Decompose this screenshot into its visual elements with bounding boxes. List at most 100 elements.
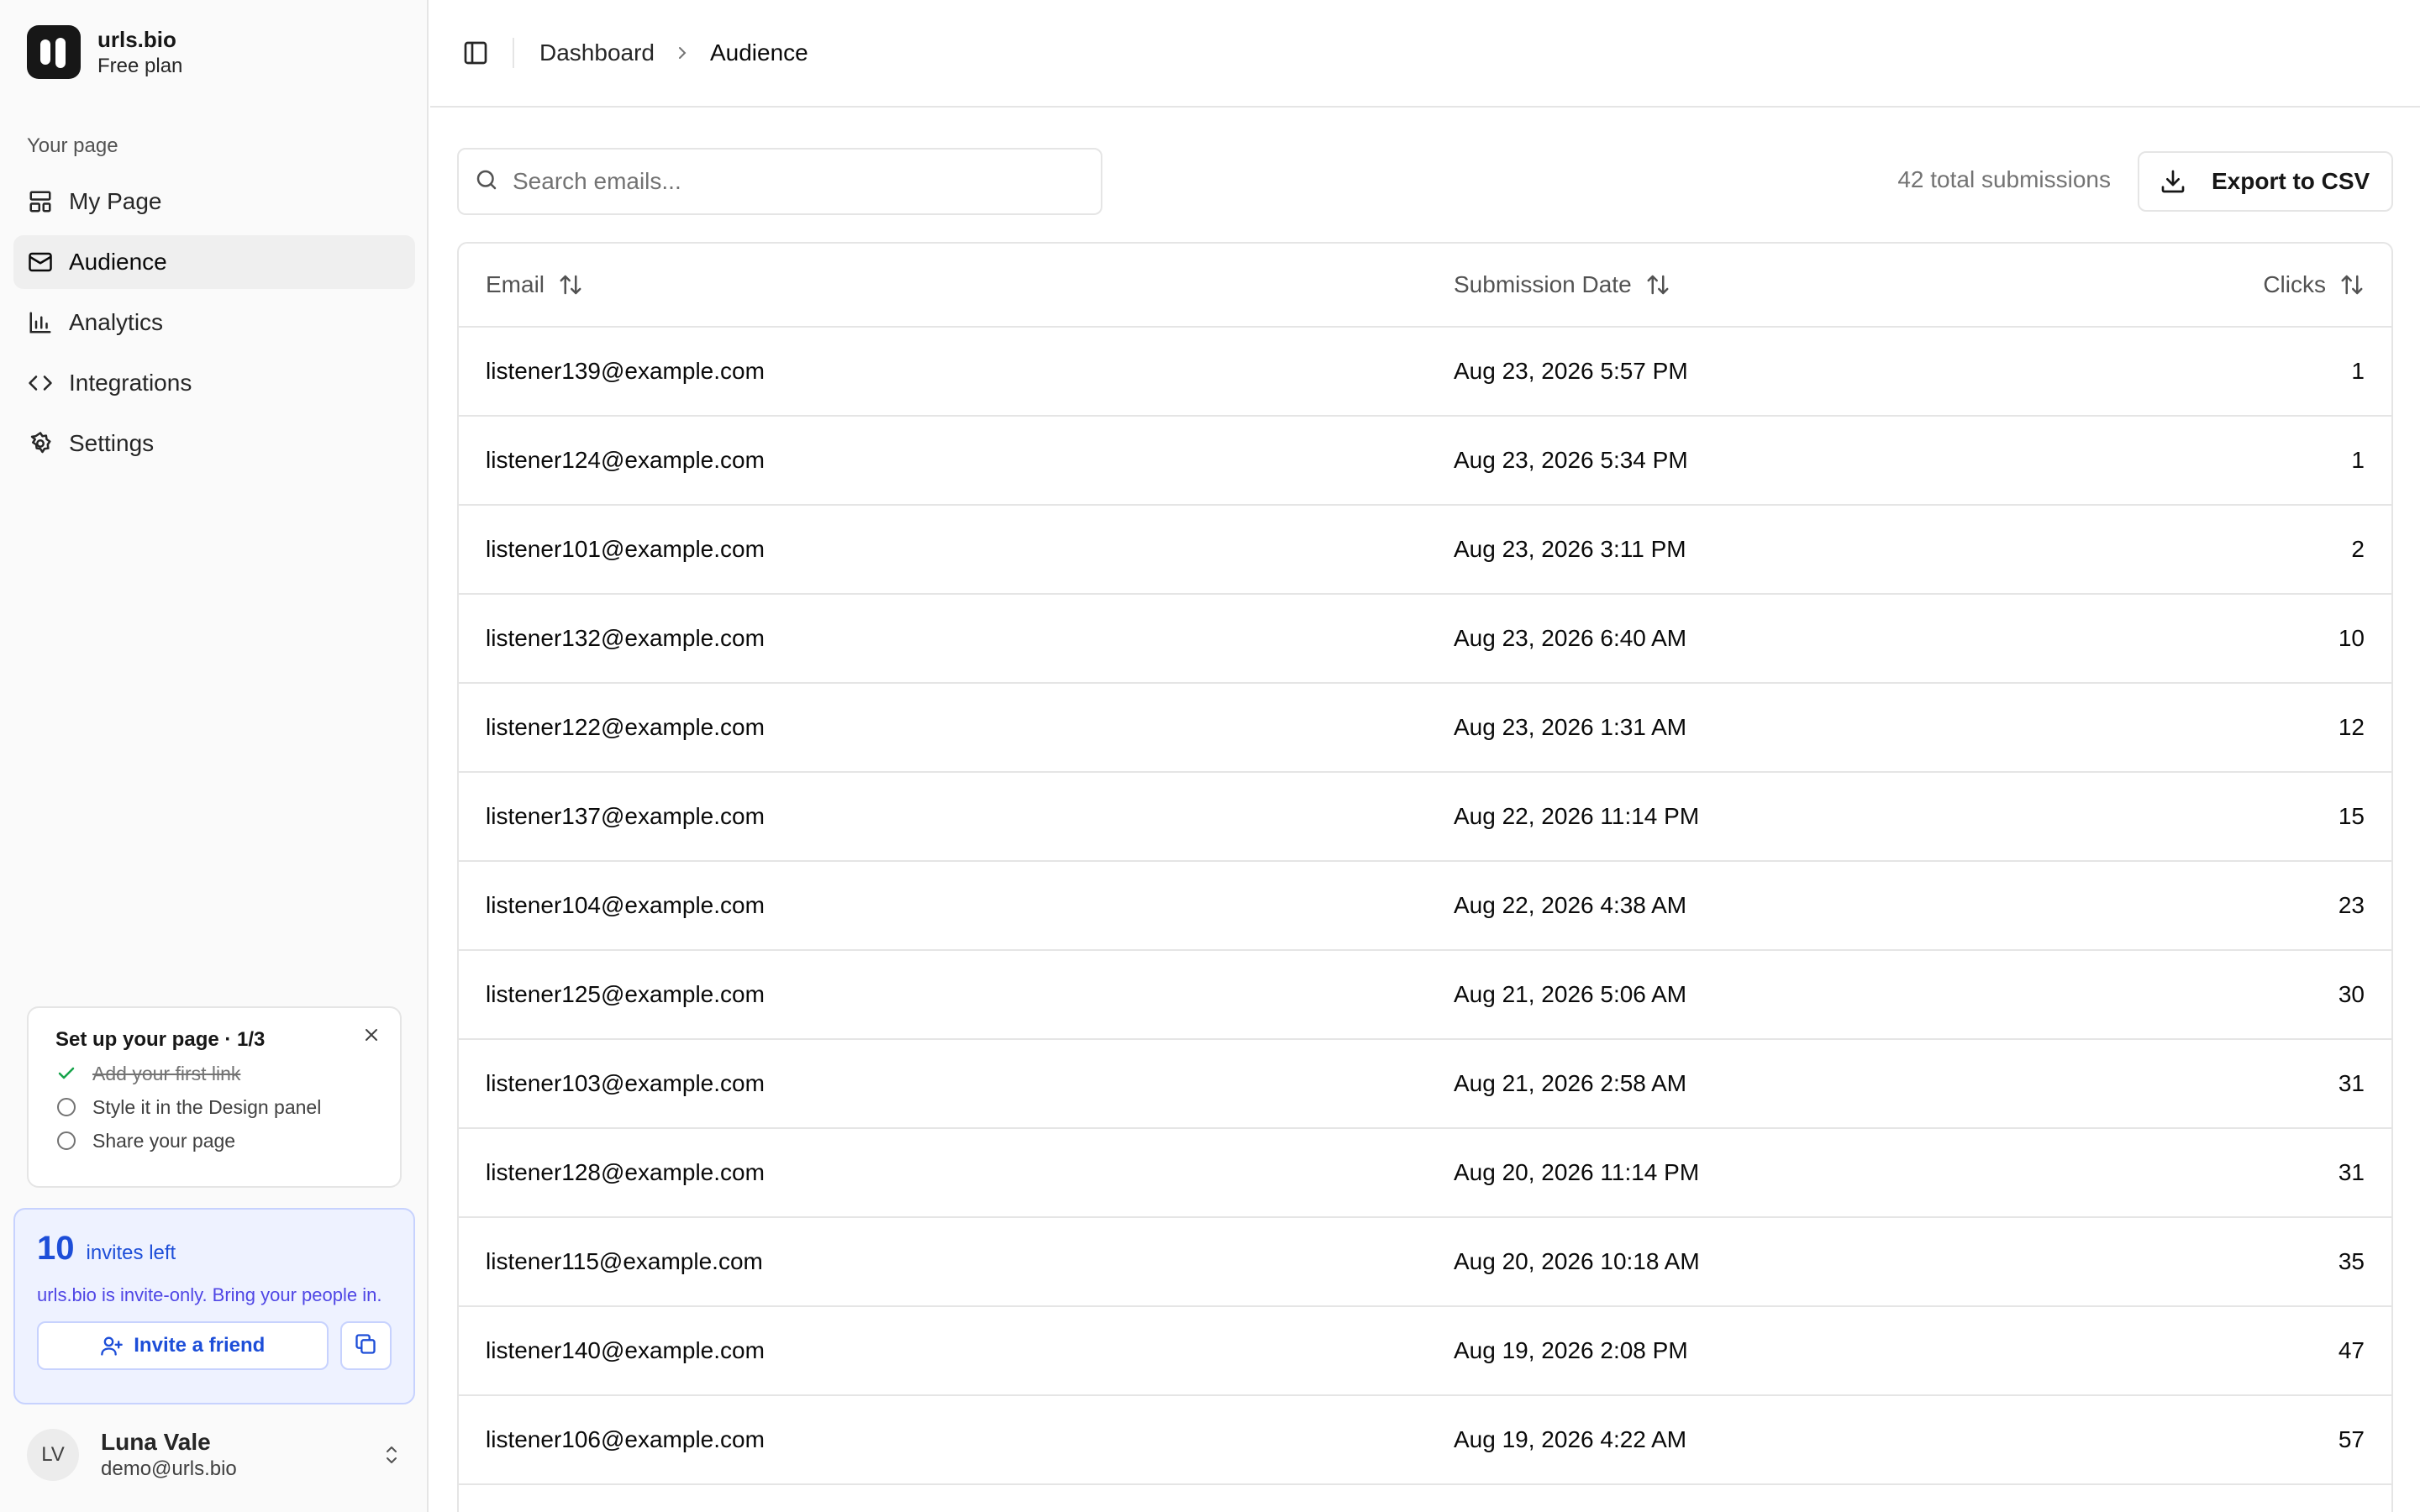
cell-date: Aug 19, 2026 4:22 AM [1454, 1426, 1687, 1452]
brand-name: urls.bio [97, 27, 176, 52]
table-row[interactable]: listener132@example.com Aug 23, 2026 6:4… [459, 595, 2391, 684]
setup-item[interactable]: Add your first link [55, 1062, 373, 1085]
table-row[interactable]: listener115@example.com Aug 20, 2026 10:… [459, 1218, 2391, 1307]
cell-date: Aug 23, 2026 6:40 AM [1454, 625, 1687, 651]
setup-item-label: Add your first link [92, 1062, 241, 1084]
sidebar: urls.bio Free plan Your page My Page Aud… [0, 0, 429, 1512]
submissions-table: Email Submission Date Clicks listener139… [457, 242, 2393, 1512]
total-submissions: 42 total submissions [1897, 166, 2111, 192]
sidebar-item-settings[interactable]: Settings [13, 417, 415, 470]
top-header: Dashboard Audience [430, 0, 2420, 108]
cell-date: Aug 22, 2026 11:14 PM [1454, 803, 1700, 829]
table-row[interactable]: listener140@example.com Aug 19, 2026 2:0… [459, 1307, 2391, 1396]
table-body: listener139@example.com Aug 23, 2026 5:5… [459, 328, 2391, 1485]
cell-clicks: 10 [2338, 625, 2365, 651]
sort-email-button[interactable]: Email [486, 271, 583, 298]
cell-clicks: 2 [2351, 536, 2365, 562]
sidebar-toggle-icon[interactable] [460, 38, 491, 68]
cell-clicks: 1 [2351, 447, 2365, 473]
search-input[interactable] [513, 168, 1084, 195]
cell-email: listener139@example.com [486, 358, 765, 384]
setup-item[interactable]: Style it in the Design panel [55, 1095, 373, 1119]
sidebar-item-label: Integrations [69, 370, 192, 396]
table-row[interactable]: listener104@example.com Aug 22, 2026 4:3… [459, 862, 2391, 951]
brand-plan: Free plan [97, 55, 183, 77]
cell-email: listener101@example.com [486, 536, 765, 562]
breadcrumb-dashboard[interactable]: Dashboard [539, 39, 655, 66]
user-menu[interactable]: LV Luna Vale demo@urls.bio [27, 1428, 405, 1482]
cell-email: listener103@example.com [486, 1070, 765, 1096]
table-row[interactable]: listener106@example.com Aug 19, 2026 4:2… [459, 1396, 2391, 1485]
invite-left-label: invites left [86, 1242, 176, 1264]
cell-email: listener137@example.com [486, 803, 765, 829]
sidebar-item-audience[interactable]: Audience [13, 235, 415, 289]
brand[interactable]: urls.bio Free plan [27, 25, 182, 79]
sidebar-item-label: Analytics [69, 309, 164, 335]
avatar: LV [27, 1429, 79, 1481]
cell-email: listener115@example.com [486, 1248, 763, 1274]
search-icon [474, 167, 499, 197]
cell-date: Aug 21, 2026 5:06 AM [1454, 981, 1687, 1007]
table-row[interactable]: listener128@example.com Aug 20, 2026 11:… [459, 1129, 2391, 1218]
sidebar-item-integrations[interactable]: Integrations [13, 356, 415, 410]
chevron-right-icon [675, 44, 690, 62]
circle-icon [55, 1096, 77, 1118]
sort-icon [558, 272, 583, 297]
setup-checklist: Set up your page · 1/3 Add your first li… [27, 1006, 402, 1188]
cell-clicks: 30 [2338, 981, 2365, 1007]
export-label: Export to CSV [2212, 168, 2370, 194]
bar-chart-icon [27, 309, 54, 336]
setup-item[interactable]: Share your page [55, 1129, 373, 1152]
code-icon [27, 370, 54, 396]
cell-clicks: 47 [2338, 1337, 2365, 1363]
table-row[interactable]: listener124@example.com Aug 23, 2026 5:3… [459, 417, 2391, 506]
layout-icon [27, 188, 54, 215]
copy-icon [354, 1332, 377, 1360]
table-row[interactable]: listener101@example.com Aug 23, 2026 3:1… [459, 506, 2391, 595]
sort-icon [1645, 272, 1670, 297]
table-row[interactable]: listener139@example.com Aug 23, 2026 5:5… [459, 328, 2391, 417]
cell-date: Aug 20, 2026 10:18 AM [1454, 1248, 1700, 1274]
invite-button-label: Invite a friend [134, 1334, 266, 1357]
table-row[interactable]: listener122@example.com Aug 23, 2026 1:3… [459, 684, 2391, 773]
mail-icon [27, 249, 54, 276]
gear-icon [27, 430, 54, 457]
close-icon[interactable] [360, 1023, 383, 1047]
cell-date: Aug 21, 2026 2:58 AM [1454, 1070, 1687, 1096]
cell-date: Aug 23, 2026 5:34 PM [1454, 447, 1688, 473]
sort-date-button[interactable]: Submission Date [1454, 271, 1670, 298]
cell-date: Aug 23, 2026 1:31 AM [1454, 714, 1687, 740]
table-row[interactable]: listener137@example.com Aug 22, 2026 11:… [459, 773, 2391, 862]
cell-email: listener104@example.com [486, 892, 765, 918]
setup-item-label: Style it in the Design panel [92, 1095, 322, 1118]
cell-clicks: 31 [2338, 1070, 2365, 1096]
setup-item-label: Share your page [92, 1129, 236, 1152]
sidebar-item-my-page[interactable]: My Page [13, 175, 415, 228]
breadcrumb-current: Audience [709, 39, 808, 66]
cell-date: Aug 19, 2026 2:08 PM [1454, 1337, 1688, 1363]
sort-clicks-button[interactable]: Clicks [2263, 271, 2365, 298]
sidebar-item-analytics[interactable]: Analytics [13, 296, 415, 349]
cell-clicks: 12 [2338, 714, 2365, 740]
cell-email: listener140@example.com [486, 1337, 765, 1363]
sidebar-item-label: Settings [69, 430, 155, 456]
table-row[interactable]: listener103@example.com Aug 21, 2026 2:5… [459, 1040, 2391, 1129]
export-csv-button[interactable]: Export to CSV [2138, 151, 2393, 212]
search-field[interactable] [457, 148, 1102, 215]
header-clicks: Clicks [2263, 271, 2326, 297]
cell-date: Aug 20, 2026 11:14 PM [1454, 1159, 1700, 1185]
cell-email: listener106@example.com [486, 1426, 765, 1452]
table-row[interactable]: listener125@example.com Aug 21, 2026 5:0… [459, 951, 2391, 1040]
brand-logo-icon [27, 25, 81, 79]
sidebar-item-label: Audience [69, 249, 167, 275]
cell-clicks: 35 [2338, 1248, 2365, 1274]
cell-email: listener128@example.com [486, 1159, 765, 1185]
header-divider [513, 38, 514, 68]
invite-friend-button[interactable]: Invite a friend [37, 1321, 329, 1370]
cell-clicks: 23 [2338, 892, 2365, 918]
copy-invite-button[interactable] [339, 1321, 392, 1370]
breadcrumb: Dashboard Audience [539, 39, 808, 66]
download-icon [2160, 168, 2186, 195]
invite-description: urls.bio is invite-only. Bring your peop… [37, 1284, 382, 1305]
chevron-up-down-icon [378, 1441, 405, 1468]
